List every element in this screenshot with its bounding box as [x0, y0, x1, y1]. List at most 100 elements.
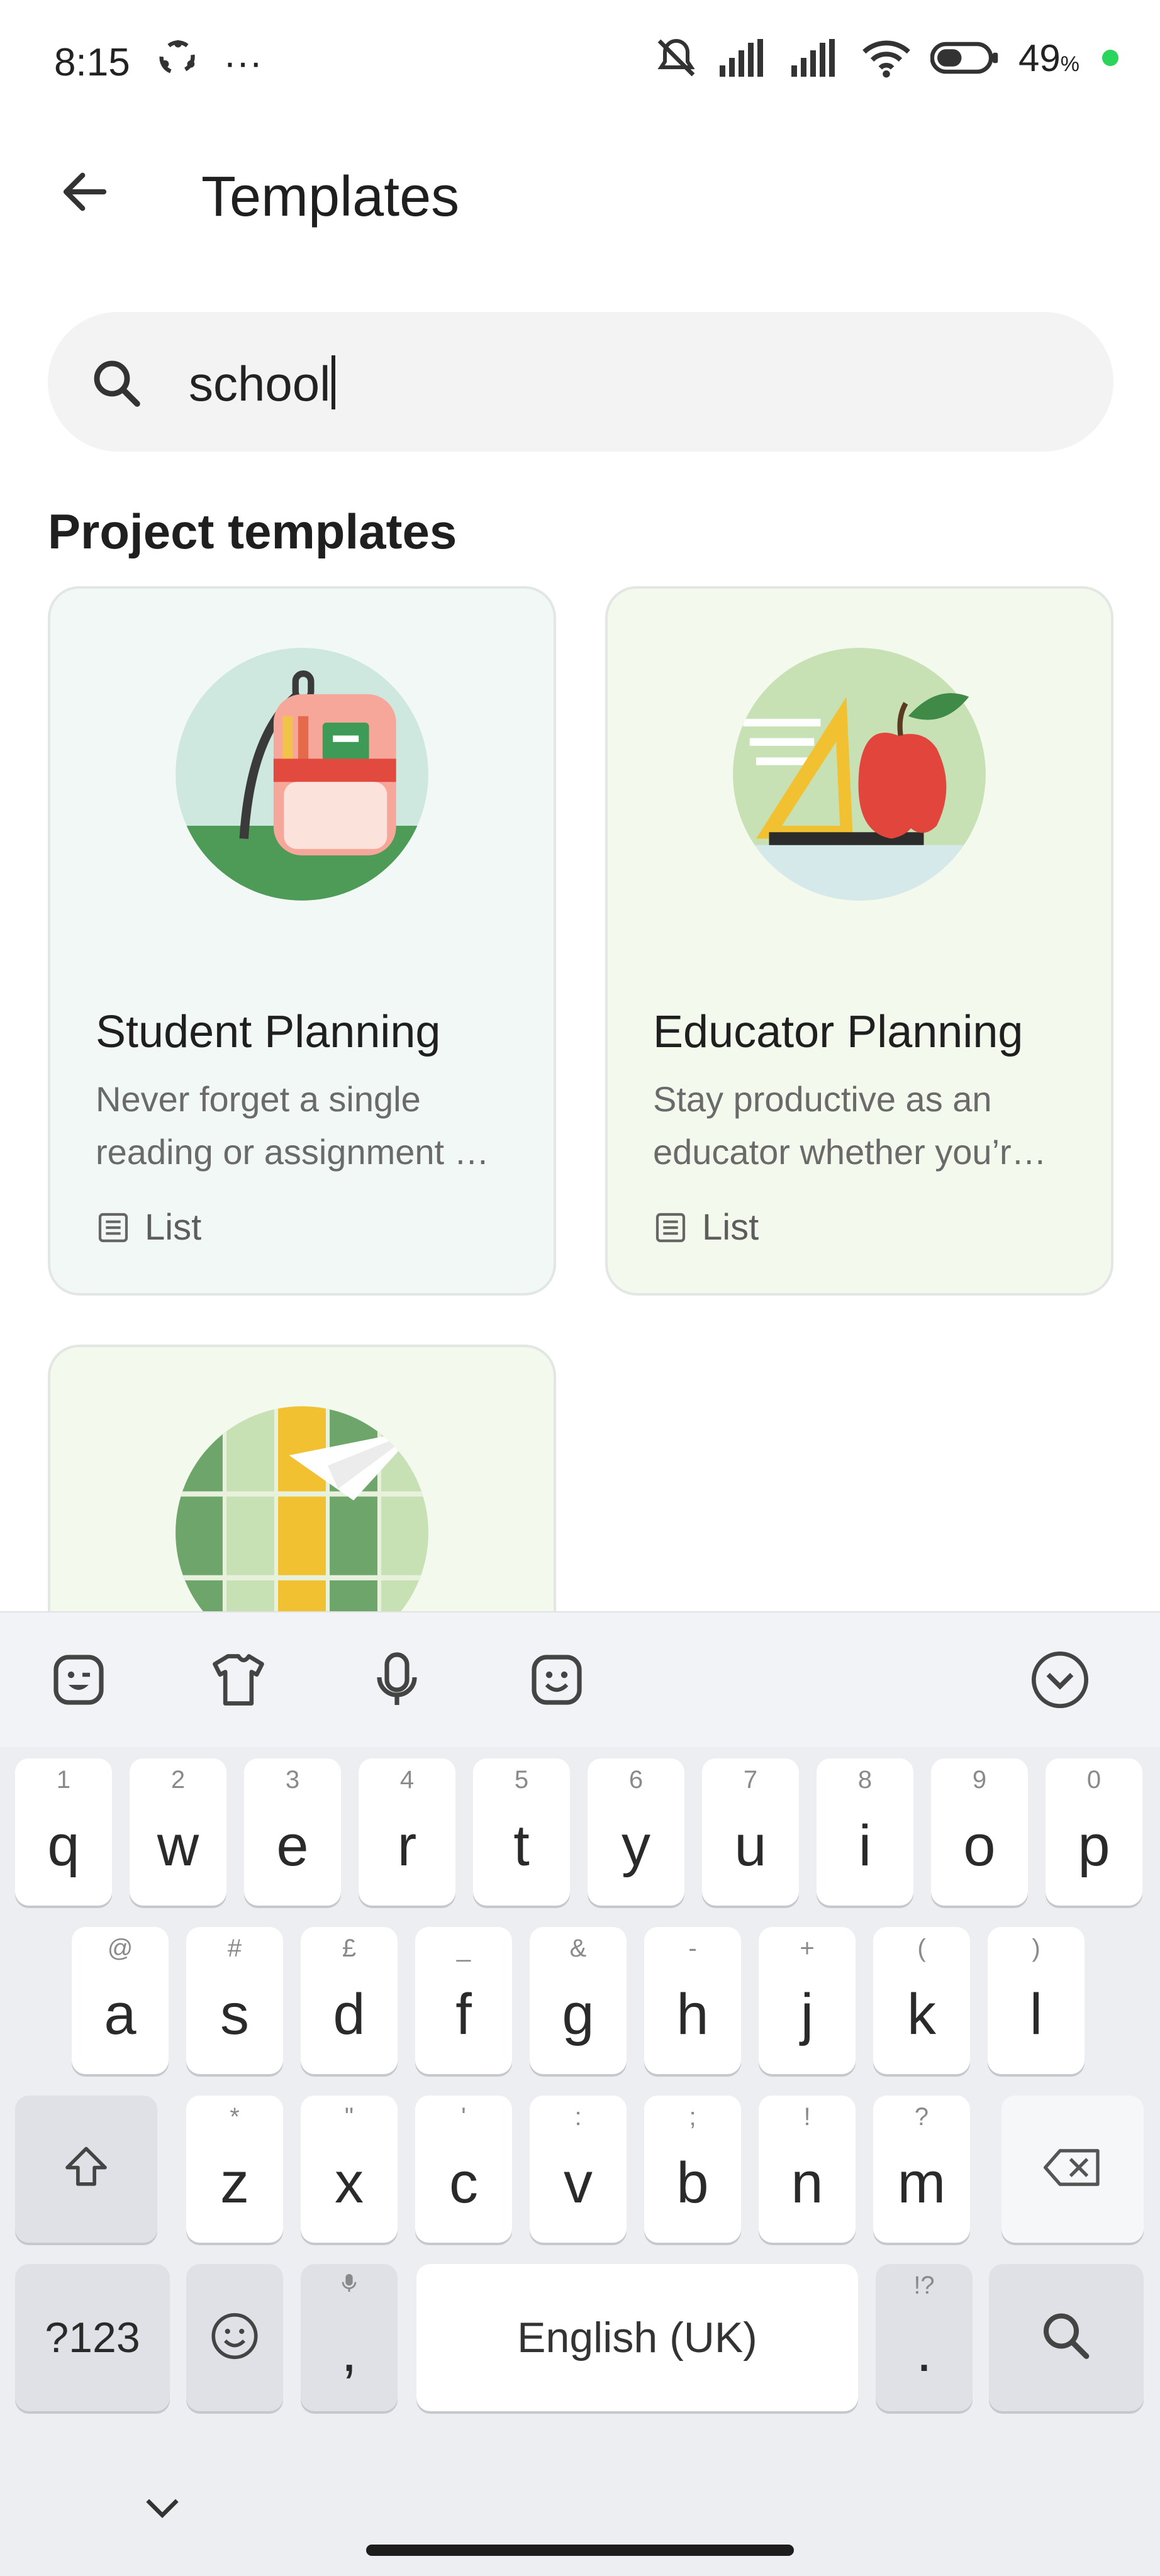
key-label: p [1078, 1814, 1110, 1878]
comma-label: , [341, 2319, 357, 2384]
key-label: d [333, 1982, 365, 2046]
backspace-key[interactable] [1001, 2096, 1144, 2243]
key-label: y [622, 1814, 650, 1878]
key-hint: + [800, 1935, 815, 1962]
key-hint: & [569, 1935, 587, 1962]
key-label: t [513, 1814, 530, 1878]
card-description: Stay productive as an educator whether y… [653, 1073, 1087, 1179]
key-o[interactable]: 9o [931, 1758, 1028, 1906]
key-u[interactable]: 7u [702, 1758, 799, 1906]
keyboard-toolbar [0, 1611, 1160, 1747]
key-z[interactable]: * z [186, 2096, 283, 2243]
key-label: n [791, 2151, 823, 2215]
card-description-line: Stay productive as an [653, 1079, 992, 1119]
key-b[interactable]: ; b [644, 2096, 741, 2243]
section-title: Project templates [48, 504, 457, 559]
key-f[interactable]: _ f [415, 1927, 512, 2074]
back-button[interactable] [50, 157, 120, 226]
key-hint: 4 [399, 1766, 415, 1794]
key-y[interactable]: 6y [588, 1758, 684, 1906]
key-hint: 9 [972, 1766, 987, 1794]
template-card-educator-planning[interactable]: Educator Planning Stay productive as an … [605, 586, 1113, 1296]
key-hint: 7 [743, 1766, 758, 1794]
key-g[interactable]: & g [530, 1927, 627, 2074]
key-r[interactable]: 4r [359, 1758, 455, 1906]
emoji-key[interactable] [186, 2264, 283, 2411]
card-description-line: reading or assignment … [96, 1132, 489, 1172]
list-icon [655, 1213, 686, 1242]
key-label: k [907, 1982, 936, 2046]
key-hint: ' [461, 2103, 466, 2131]
space-key-label: English (UK) [517, 2314, 757, 2362]
backpack-illustration [173, 645, 431, 903]
key-h[interactable]: -h [644, 1927, 741, 2074]
signal-icon [718, 39, 771, 77]
key-q[interactable]: 1q [15, 1758, 112, 1906]
key-label: r [397, 1814, 417, 1878]
key-k[interactable]: (k [873, 1927, 970, 2074]
key-hint: ! [803, 2103, 811, 2131]
card-title: Student Planning [96, 1007, 441, 1057]
key-e[interactable]: 3e [244, 1758, 341, 1906]
key-label: o [963, 1814, 996, 1878]
key-hint: !? [913, 2272, 935, 2299]
key-label: z [220, 2151, 249, 2215]
key-j[interactable]: + j [759, 1927, 856, 2074]
key-label: x [335, 2151, 364, 2215]
key-c[interactable]: ' c [415, 2096, 512, 2243]
search-icon [989, 2306, 1144, 2370]
microphone-icon[interactable] [362, 1645, 432, 1714]
more-notifications-icon: ··· [223, 41, 263, 84]
key-hint: _ [456, 1935, 471, 1962]
key-d[interactable]: £ d [301, 1927, 398, 2074]
symbols-key[interactable]: ?123 [15, 2264, 170, 2411]
status-bar: 8:15 ··· 49% [0, 0, 1160, 126]
key-hint: : [574, 2103, 582, 2131]
key-n[interactable]: ! n [759, 2096, 856, 2243]
mute-icon [654, 35, 699, 80]
search-input-text[interactable]: school [189, 355, 336, 413]
search-action-key[interactable] [989, 2264, 1144, 2411]
key-label: w [157, 1814, 199, 1878]
key-i[interactable]: 8i [817, 1758, 913, 1906]
key-hint: 3 [285, 1766, 300, 1794]
key-v[interactable]: :v [530, 2096, 627, 2243]
key-l[interactable]: ) l [988, 1927, 1085, 2074]
key-p[interactable]: 0p [1046, 1758, 1142, 1906]
key-hint: ) [1032, 1935, 1040, 1962]
home-indicator[interactable] [366, 2545, 794, 2556]
key-hint: 0 [1086, 1766, 1101, 1794]
key-a[interactable]: @ a [72, 1927, 169, 2074]
hide-keyboard-button[interactable] [132, 2477, 192, 2537]
shift-key[interactable] [15, 2096, 157, 2243]
key-hint: @ [107, 1935, 133, 1962]
card-title: Educator Planning [653, 1007, 1023, 1057]
arrow-left-icon [63, 172, 107, 211]
key-x[interactable]: " x [301, 2096, 398, 2243]
collapse-keyboard-icon[interactable] [1025, 1645, 1095, 1714]
key-label: h [676, 1982, 709, 2046]
key-label: u [734, 1814, 767, 1878]
key-hint: " [344, 2103, 354, 2131]
emoji-icon[interactable] [522, 1645, 591, 1714]
shirt-theme-icon[interactable] [204, 1645, 273, 1714]
key-label: s [220, 1982, 249, 2046]
key-hint: 1 [56, 1766, 71, 1794]
space-key[interactable]: English (UK) [416, 2264, 858, 2411]
key-hint: * [230, 2103, 240, 2131]
key-hint: - [688, 1935, 697, 1962]
period-key[interactable]: !? . [876, 2264, 973, 2411]
page-title: Templates [201, 165, 460, 228]
comma-key[interactable]: , [301, 2264, 398, 2411]
key-s[interactable]: # s [186, 1927, 283, 2074]
key-hint: ( [917, 1935, 926, 1962]
sticker-icon[interactable] [44, 1645, 113, 1714]
key-label: m [897, 2151, 946, 2215]
template-card-student-planning[interactable]: Student Planning Never forget a single r… [48, 586, 556, 1296]
key-m[interactable]: ? m [873, 2096, 970, 2243]
key-t[interactable]: 5t [473, 1758, 570, 1906]
card-type: List [96, 1206, 201, 1248]
apple-ruler-illustration [730, 645, 988, 903]
key-label: g [562, 1982, 594, 2046]
key-w[interactable]: 2w [130, 1758, 226, 1906]
